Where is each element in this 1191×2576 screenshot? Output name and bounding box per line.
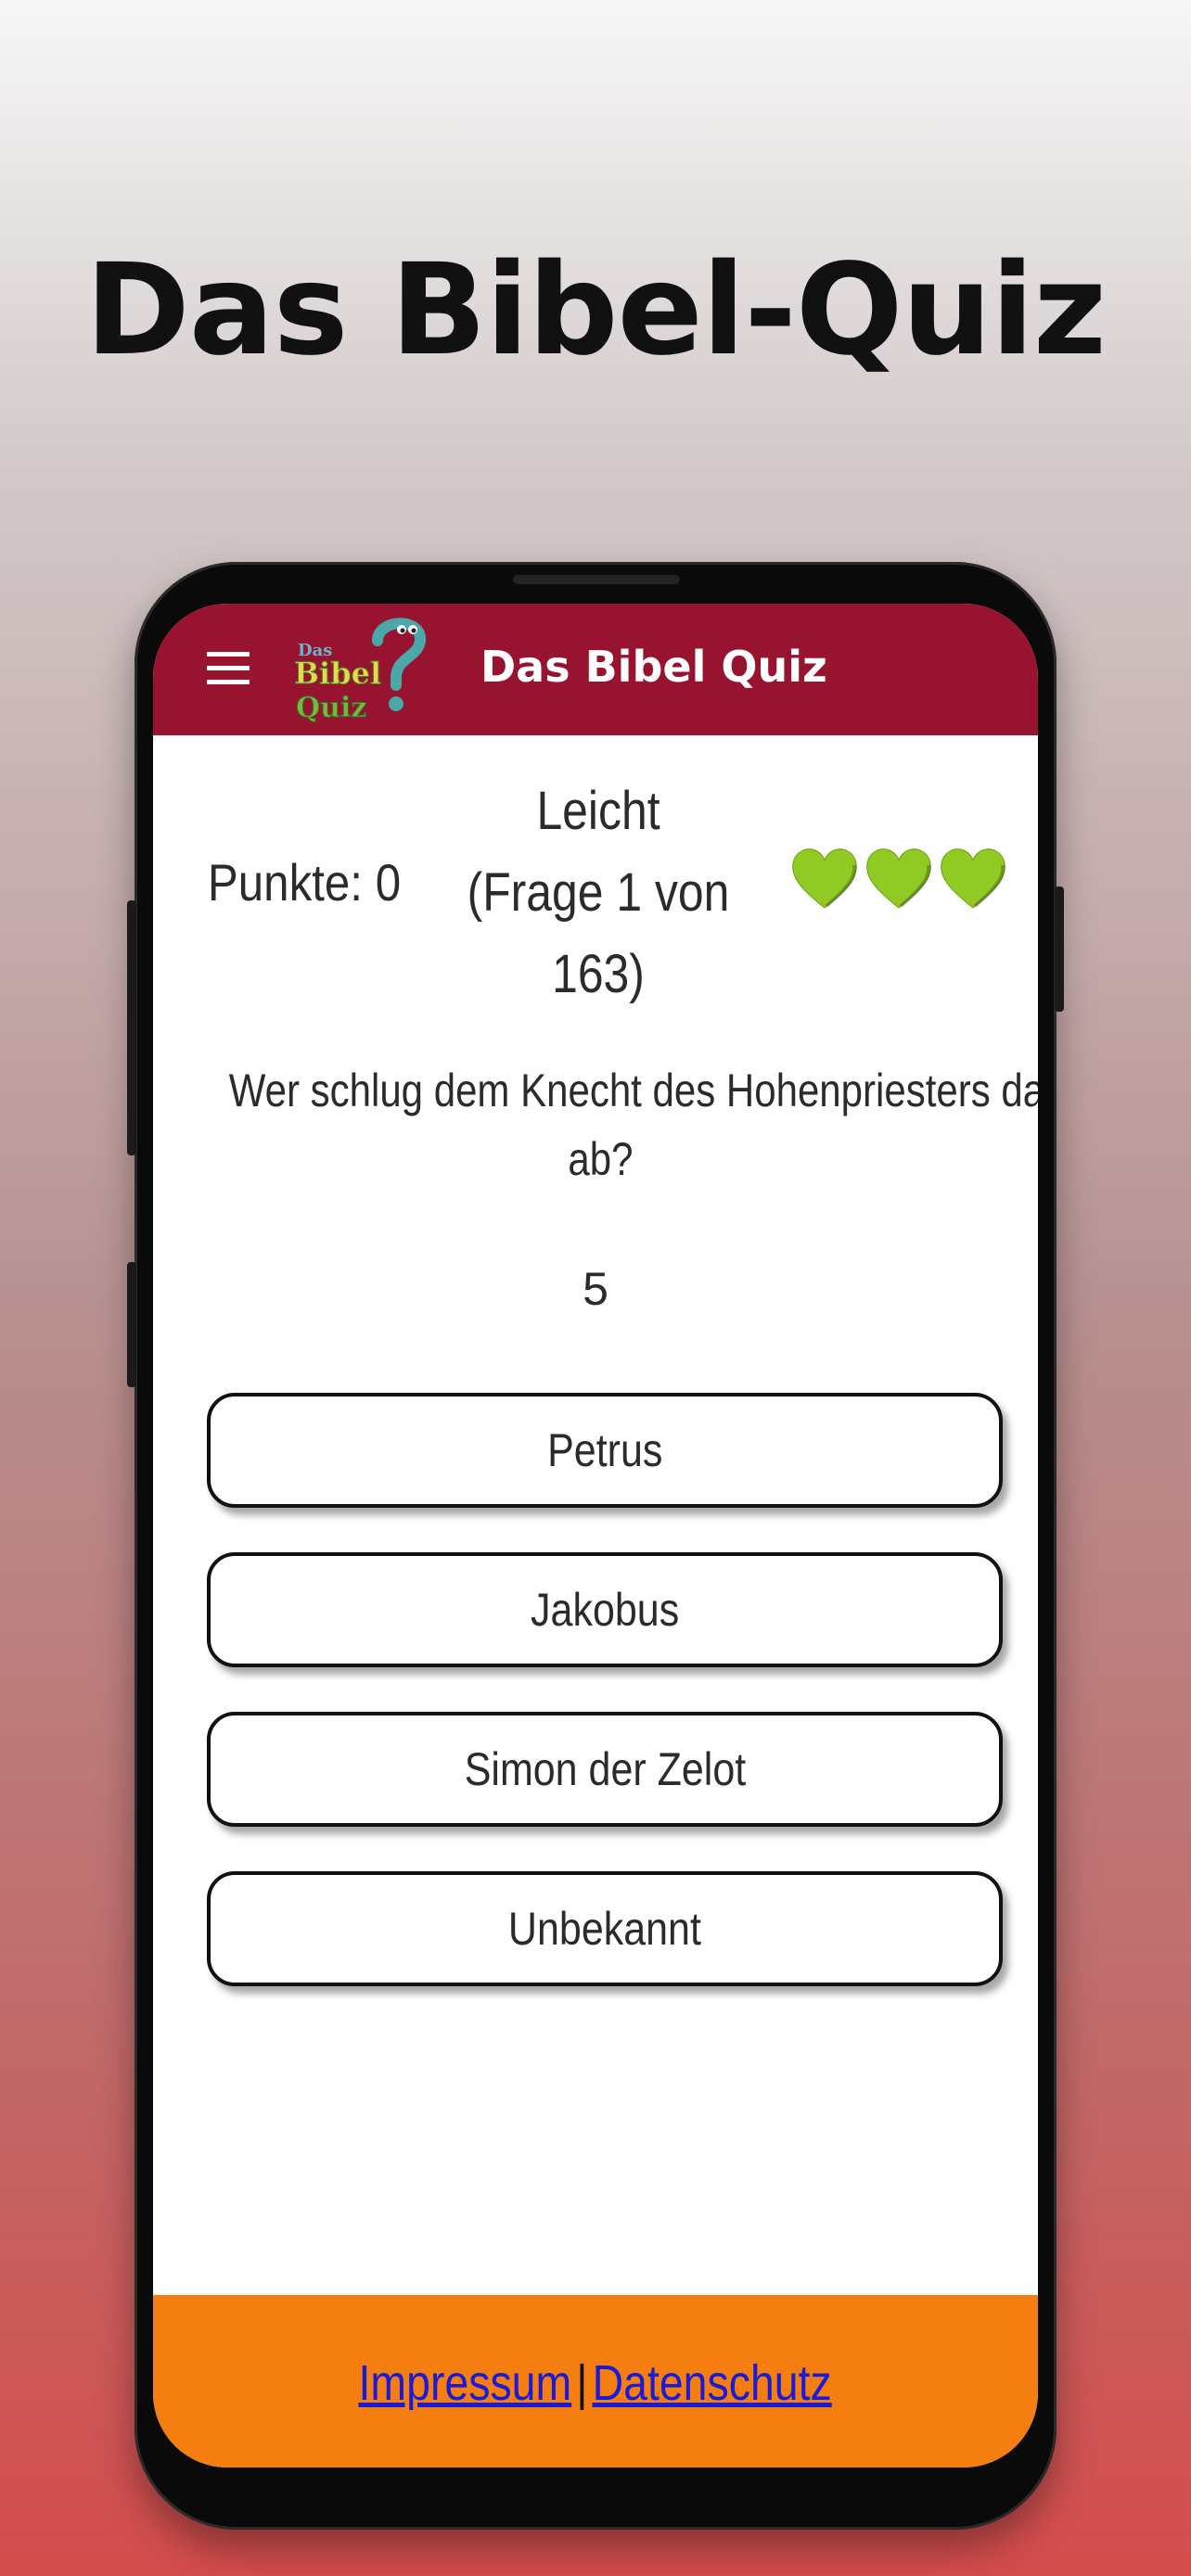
answer-button-4[interactable]: Unbekannt: [207, 1871, 1003, 1986]
answer-label: Unbekannt: [507, 1903, 701, 1955]
logo-text-quiz: Quiz: [296, 692, 366, 724]
app-logo: Das Bibel Quiz: [294, 618, 426, 725]
question-progress-line1: (Frage 1 von: [467, 862, 730, 923]
lives-indicator: [789, 847, 1012, 921]
phone-volume-down-button: [127, 1262, 136, 1387]
green-heart-icon: [792, 848, 857, 909]
answer-button-1[interactable]: Petrus: [207, 1393, 1003, 1508]
phone-speaker: [513, 575, 680, 584]
answer-label: Simon der Zelot: [464, 1743, 746, 1795]
countdown-timer: 5: [583, 1263, 608, 1315]
app-bar: Das Bibel Quiz Das Bibel Quiz: [153, 604, 1038, 735]
footer-bar: Impressum|Datenschutz: [153, 2295, 1038, 2468]
level-progress: Leicht (Frage 1 von 163): [463, 771, 734, 1015]
logo-text-bibel: Bibel: [294, 656, 381, 691]
answer-button-3[interactable]: Simon der Zelot: [207, 1712, 1003, 1827]
footer-separator: |: [576, 2355, 588, 2411]
score-label: Punkte: 0: [207, 853, 402, 912]
phone-volume-up-button: [127, 900, 136, 1155]
app-screen: Das Bibel Quiz Das Bibel Quiz Punkte: 0 …: [153, 604, 1038, 2468]
answer-label: Jakobus: [530, 1584, 680, 1636]
question-progress-line2: 163): [552, 944, 645, 1004]
phone-frame: Das Bibel Quiz Das Bibel Quiz Punkte: 0 …: [127, 562, 1064, 2530]
impressum-link[interactable]: Impressum: [359, 2355, 572, 2411]
phone-power-button: [1055, 886, 1064, 1012]
answer-button-2[interactable]: Jakobus: [207, 1552, 1003, 1667]
level-label: Leicht: [536, 781, 660, 841]
hamburger-menu-icon[interactable]: [207, 652, 250, 685]
question-line2: ab?: [568, 1133, 634, 1185]
app-title: Das Bibel Quiz: [480, 642, 827, 692]
question-text: Wer schlug dem Knecht des Hohenpriesters…: [228, 1056, 1038, 1193]
datenschutz-link[interactable]: Datenschutz: [593, 2355, 832, 2411]
answer-label: Petrus: [546, 1424, 663, 1476]
hero-title: Das Bibel-Quiz: [84, 237, 1107, 384]
green-heart-icon: [866, 848, 931, 909]
green-heart-icon: [941, 848, 1005, 909]
question-line1: Wer schlug dem Knecht des Hohenpriesters…: [228, 1065, 1038, 1116]
